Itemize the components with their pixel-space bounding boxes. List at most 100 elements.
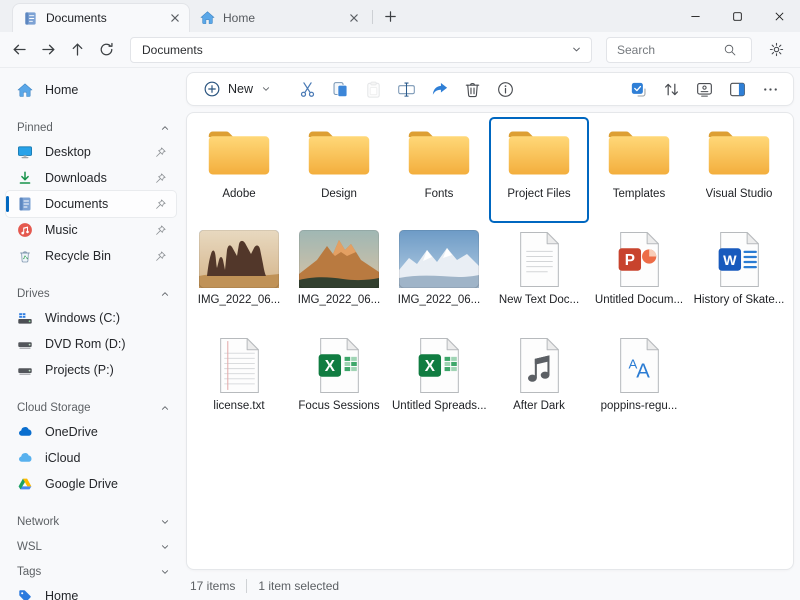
file-after-dark[interactable]: After Dark — [489, 329, 589, 435]
chevron-down-icon[interactable] — [159, 541, 171, 553]
file-img-2022-06[interactable]: IMG_2022_06... — [389, 223, 489, 329]
tab-documents[interactable]: Documents — [12, 3, 190, 32]
close-button[interactable] — [758, 0, 800, 32]
sidebar-item-google-drive[interactable]: Google Drive — [6, 471, 176, 497]
minimize-button[interactable] — [674, 0, 716, 32]
new-tab-button[interactable] — [377, 3, 403, 29]
search-input[interactable] — [611, 43, 723, 57]
sidebar-item-recycle-bin[interactable]: Recycle Bin — [6, 243, 176, 269]
back-button[interactable] — [6, 37, 32, 63]
file-img-2022-06[interactable]: IMG_2022_06... — [189, 223, 289, 329]
sidebar-item-label: DVD Rom (D:) — [45, 337, 126, 351]
file-visual-studio[interactable]: Visual Studio — [689, 117, 789, 223]
section-label: Cloud Storage — [17, 402, 91, 414]
svg-text:X: X — [324, 358, 335, 375]
chevron-up-icon[interactable] — [159, 288, 171, 300]
address-bar[interactable]: Documents — [130, 37, 592, 63]
chevron-up-icon[interactable] — [159, 402, 171, 414]
file-adobe[interactable]: Adobe — [189, 117, 289, 223]
file-templates[interactable]: Templates — [589, 117, 689, 223]
plus-icon — [383, 9, 398, 24]
sidebar-section-header-drives[interactable]: Drives — [0, 282, 182, 305]
file-design[interactable]: Design — [289, 117, 389, 223]
multi-select-icon — [629, 80, 648, 99]
command-toolbar: New — [186, 72, 794, 106]
settings-button[interactable] — [761, 36, 791, 64]
multi-select-button[interactable] — [625, 76, 651, 102]
section-label: Drives — [17, 288, 50, 300]
sidebar-item-label: Home — [45, 83, 78, 97]
refresh-button[interactable] — [93, 37, 119, 63]
file-new-text-doc[interactable]: New Text Doc... — [489, 223, 589, 329]
music-icon — [17, 222, 33, 238]
downloads-icon — [17, 170, 33, 186]
tab-close-icon[interactable] — [167, 10, 183, 26]
sidebar-item-home[interactable]: Home — [6, 77, 176, 103]
status-bar: 17 items 1 item selected — [190, 572, 339, 600]
sidebar-item-dvd-rom-d[interactable]: DVD Rom (D:) — [6, 331, 176, 357]
sort-button[interactable] — [658, 76, 684, 102]
new-button[interactable]: New — [197, 77, 278, 101]
chevron-down-icon[interactable] — [159, 516, 171, 528]
sidebar-item-label: Recycle Bin — [45, 249, 111, 263]
file-untitled-spreads[interactable]: X Untitled Spreads... — [389, 329, 489, 435]
sidebar-section-header-cloud-storage[interactable]: Cloud Storage — [0, 396, 182, 419]
sidebar-item-label: Projects (P:) — [45, 363, 114, 377]
excel-icon: X — [417, 335, 462, 395]
cut-button[interactable] — [294, 76, 320, 102]
gear-icon — [768, 41, 785, 58]
rename-button[interactable] — [393, 76, 419, 102]
maximize-button[interactable] — [716, 0, 758, 32]
view-button[interactable] — [691, 76, 717, 102]
forward-button[interactable] — [35, 37, 61, 63]
tab-home[interactable]: Home — [190, 3, 368, 32]
details-pane-button[interactable] — [724, 76, 750, 102]
sidebar-item-desktop[interactable]: Desktop — [6, 139, 176, 165]
file-project-files[interactable]: Project Files — [489, 117, 589, 223]
sidebar-section-tags: TagsHome — [0, 560, 182, 600]
tab-close-icon[interactable] — [346, 10, 362, 26]
sidebar-item-downloads[interactable]: Downloads — [6, 165, 176, 191]
delete-button[interactable] — [459, 76, 485, 102]
more-button[interactable] — [757, 76, 783, 102]
share-button[interactable] — [426, 76, 452, 102]
home-icon — [200, 10, 215, 25]
file-name: Adobe — [222, 188, 255, 200]
file-name: Untitled Spreads... — [392, 400, 486, 412]
sidebar-section-header-tags[interactable]: Tags — [0, 560, 182, 583]
sidebar-section-header-network[interactable]: Network — [0, 510, 182, 533]
copy-button[interactable] — [327, 76, 353, 102]
file-license-txt[interactable]: license.txt — [189, 329, 289, 435]
file-fonts[interactable]: Fonts — [389, 117, 489, 223]
sidebar-item-icloud[interactable]: iCloud — [6, 445, 176, 471]
folder-icon — [204, 123, 274, 183]
sidebar-section-header-wsl[interactable]: WSL — [0, 535, 182, 558]
chevron-down-icon[interactable] — [159, 566, 171, 578]
properties-button[interactable] — [492, 76, 518, 102]
sidebar-section-header-pinned[interactable]: Pinned — [0, 116, 182, 139]
chevron-down-icon[interactable] — [570, 43, 583, 56]
file-img-2022-06[interactable]: IMG_2022_06... — [289, 223, 389, 329]
file-untitled-docum[interactable]: PUntitled Docum... — [589, 223, 689, 329]
sidebar-item-music[interactable]: Music — [6, 217, 176, 243]
file-poppins-regu[interactable]: AApoppins-regu... — [589, 329, 689, 435]
sidebar-item-windows-c[interactable]: Windows (C:) — [6, 305, 176, 331]
search-box[interactable] — [606, 37, 752, 63]
sidebar-section-wsl: WSL — [0, 535, 182, 558]
sidebar-item-onedrive[interactable]: OneDrive — [6, 419, 176, 445]
sidebar-item-documents[interactable]: Documents — [6, 191, 176, 217]
paste-button[interactable] — [360, 76, 386, 102]
file-history-of-skate[interactable]: WHistory of Skate... — [689, 223, 789, 329]
file-name: History of Skate... — [694, 294, 785, 306]
file-focus-sessions[interactable]: XFocus Sessions — [289, 329, 389, 435]
sidebar-item-home[interactable]: Home — [6, 583, 176, 600]
sort-icon — [662, 80, 681, 99]
sidebar-section-drives: Drives Windows (C:) DVD Rom (D:) Projects (… — [0, 282, 182, 383]
plus-circle-icon — [203, 80, 221, 98]
chevron-up-icon[interactable] — [159, 122, 171, 134]
audio-icon — [517, 335, 562, 395]
tab-divider — [372, 10, 373, 24]
section-label: Network — [17, 516, 59, 528]
up-button[interactable] — [64, 37, 90, 63]
sidebar-item-projects-p[interactable]: Projects (P:) — [6, 357, 176, 383]
